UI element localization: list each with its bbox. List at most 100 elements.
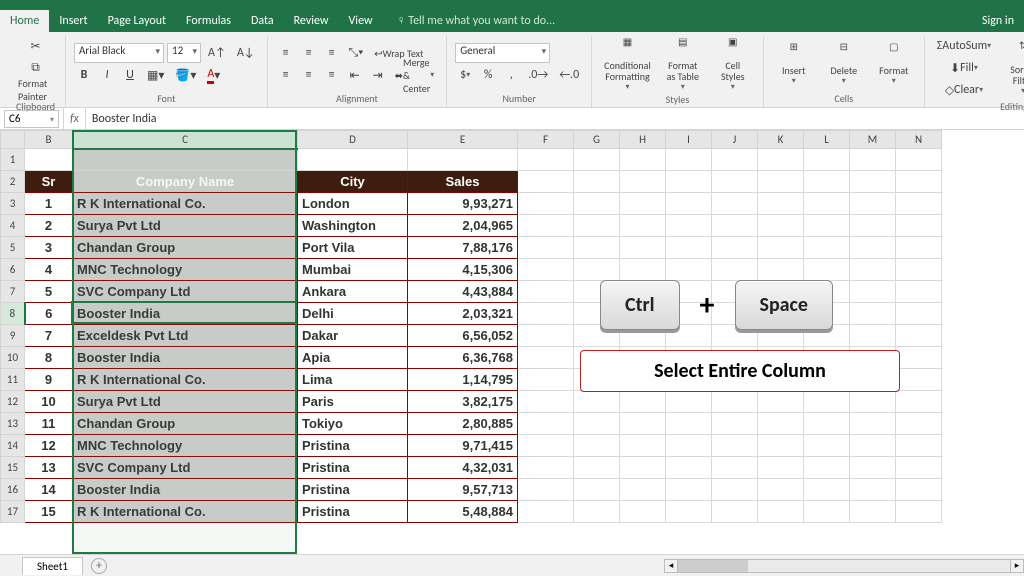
cell-M7[interactable] [850, 281, 896, 303]
cell-H2[interactable] [620, 171, 666, 193]
cell-L4[interactable] [804, 215, 850, 237]
cell-M4[interactable] [850, 215, 896, 237]
cell-C12[interactable]: Surya Pvt Ltd [73, 391, 298, 413]
cell-L6[interactable] [804, 259, 850, 281]
cell-B3[interactable]: 1 [25, 193, 73, 215]
horizontal-scrollbar[interactable]: ◂ ▸ [664, 559, 1024, 573]
tab-home[interactable]: Home [0, 10, 49, 32]
cell-G4[interactable] [574, 215, 620, 237]
cell-I2[interactable] [666, 171, 712, 193]
column-header-K[interactable]: K [758, 131, 804, 149]
align-center-button[interactable]: ≡ [299, 65, 319, 85]
cell-D12[interactable]: Paris [298, 391, 408, 413]
column-header-B[interactable]: B [25, 131, 73, 149]
cell-E15[interactable]: 4,32,031 [408, 457, 518, 479]
cell-N10[interactable] [896, 347, 942, 369]
row-header-9[interactable]: 9 [1, 325, 25, 347]
cell-C15[interactable]: SVC Company Ltd [73, 457, 298, 479]
cell-M15[interactable] [850, 457, 896, 479]
cell-D11[interactable]: Lima [298, 369, 408, 391]
percent-button[interactable]: % [478, 65, 498, 85]
cell-G17[interactable] [574, 501, 620, 523]
cell-L5[interactable] [804, 237, 850, 259]
cell-C9[interactable]: Exceldesk Pvt Ltd [73, 325, 298, 347]
cell-L15[interactable] [804, 457, 850, 479]
column-header-H[interactable]: H [620, 131, 666, 149]
cell-K2[interactable] [758, 171, 804, 193]
cell-I15[interactable] [666, 457, 712, 479]
column-header-F[interactable]: F [518, 131, 574, 149]
insert-cells-button[interactable]: ⊞Insert [772, 41, 816, 87]
column-header-J[interactable]: J [712, 131, 758, 149]
sign-in[interactable]: Sign in [972, 10, 1024, 32]
cell-C17[interactable]: R K International Co. [73, 501, 298, 523]
cell-B8[interactable]: 6 [25, 303, 73, 325]
cell-E13[interactable]: 2,80,885 [408, 413, 518, 435]
tell-me[interactable]: ♀ Tell me what you want to do... [387, 9, 566, 32]
cell-K17[interactable] [758, 501, 804, 523]
cell-K12[interactable] [758, 391, 804, 413]
cell-J2[interactable] [712, 171, 758, 193]
cell-H5[interactable] [620, 237, 666, 259]
cell-K13[interactable] [758, 413, 804, 435]
align-top-button[interactable]: ≡ [276, 43, 296, 63]
cell-G16[interactable] [574, 479, 620, 501]
clear-button[interactable]: ◇ Clear [933, 80, 995, 100]
cell-H16[interactable] [620, 479, 666, 501]
format-as-table-button[interactable]: ▤Format as Table [661, 36, 705, 93]
row-header-15[interactable]: 15 [1, 457, 25, 479]
cell-G2[interactable] [574, 171, 620, 193]
cell-D7[interactable]: Ankara [298, 281, 408, 303]
column-header-C[interactable]: C [73, 131, 298, 149]
cell-M16[interactable] [850, 479, 896, 501]
cell-E7[interactable]: 4,43,884 [408, 281, 518, 303]
format-cells-button[interactable]: ▢Format [872, 41, 916, 87]
copy-button[interactable]: ⧉ [14, 58, 57, 78]
column-header-D[interactable]: D [298, 131, 408, 149]
cell-C4[interactable]: Surya Pvt Ltd [73, 215, 298, 237]
cell-E6[interactable]: 4,15,306 [408, 259, 518, 281]
cell-H13[interactable] [620, 413, 666, 435]
cell-J5[interactable] [712, 237, 758, 259]
align-bottom-button[interactable]: ≡ [322, 43, 342, 63]
cut-button[interactable]: ✂ [14, 36, 57, 56]
cell-D9[interactable]: Dakar [298, 325, 408, 347]
cell-F10[interactable] [518, 347, 574, 369]
cell-H3[interactable] [620, 193, 666, 215]
table-header-2[interactable]: City [298, 171, 408, 193]
cell-E5[interactable]: 7,88,176 [408, 237, 518, 259]
row-header-11[interactable]: 11 [1, 369, 25, 391]
cell-N11[interactable] [896, 369, 942, 391]
cell-F11[interactable] [518, 369, 574, 391]
decrease-indent-button[interactable]: ⇤ [345, 65, 365, 85]
row-header-5[interactable]: 5 [1, 237, 25, 259]
cell-N16[interactable] [896, 479, 942, 501]
cell-E1[interactable] [408, 149, 518, 171]
sheet-tab-sheet1[interactable]: Sheet1 [22, 557, 83, 575]
cell-M17[interactable] [850, 501, 896, 523]
cell-H6[interactable] [620, 259, 666, 281]
cell-J14[interactable] [712, 435, 758, 457]
cell-D10[interactable]: Apia [298, 347, 408, 369]
cell-N7[interactable] [896, 281, 942, 303]
font-name-select[interactable]: Arial Black [74, 43, 164, 63]
cell-L16[interactable] [804, 479, 850, 501]
cell-J6[interactable] [712, 259, 758, 281]
tab-data[interactable]: Data [241, 10, 284, 32]
cell-J15[interactable] [712, 457, 758, 479]
column-header-E[interactable]: E [408, 131, 518, 149]
cell-I3[interactable] [666, 193, 712, 215]
cell-B4[interactable]: 2 [25, 215, 73, 237]
row-header-1[interactable]: 1 [1, 149, 25, 171]
cell-N4[interactable] [896, 215, 942, 237]
cell-D5[interactable]: Port Vila [298, 237, 408, 259]
cell-L2[interactable] [804, 171, 850, 193]
cell-I14[interactable] [666, 435, 712, 457]
row-header-3[interactable]: 3 [1, 193, 25, 215]
cell-D15[interactable]: Pristina [298, 457, 408, 479]
cell-F8[interactable] [518, 303, 574, 325]
cell-B5[interactable]: 3 [25, 237, 73, 259]
delete-cells-button[interactable]: ⊟Delete [822, 41, 866, 87]
cell-G13[interactable] [574, 413, 620, 435]
table-header-3[interactable]: Sales [408, 171, 518, 193]
